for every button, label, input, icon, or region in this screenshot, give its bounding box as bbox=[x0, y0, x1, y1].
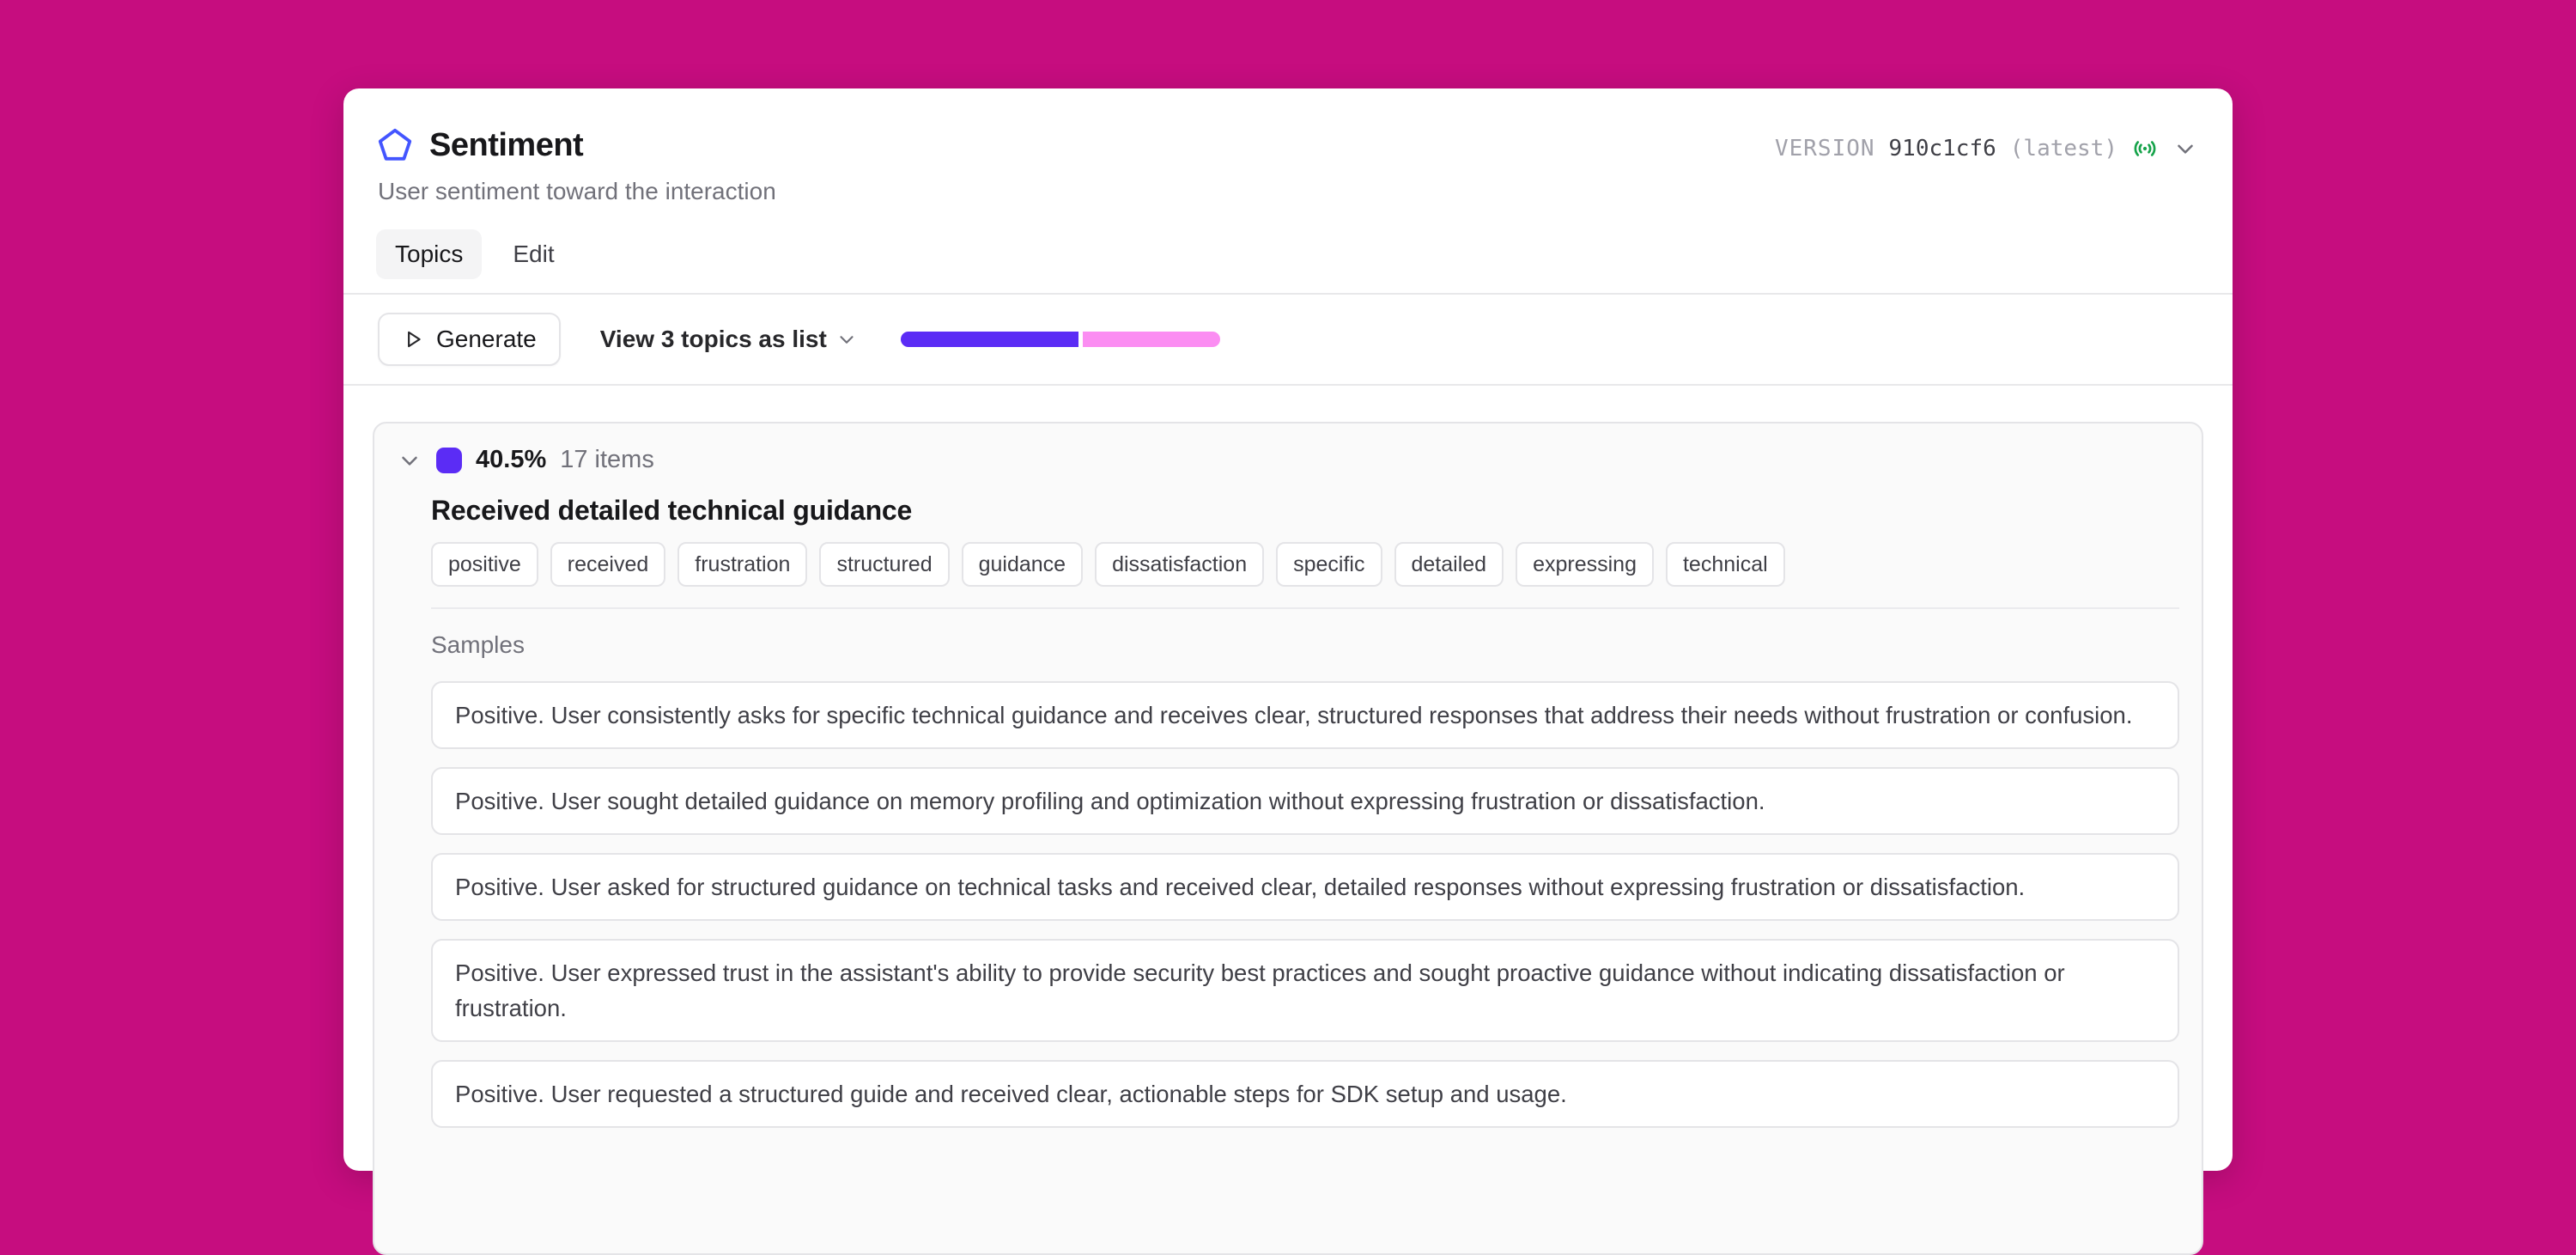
chevron-down-icon[interactable] bbox=[397, 448, 422, 473]
sample-item: Positive. User expressed trust in the as… bbox=[431, 939, 2179, 1042]
topic-card: 40.5% 17 items Received detailed technic… bbox=[373, 422, 2203, 1255]
pentagon-icon bbox=[376, 126, 414, 164]
topic-tag: guidance bbox=[962, 542, 1083, 587]
topic-tags: positive receivedfrustration structured gui… bbox=[431, 542, 2179, 587]
version-value: 910c1cf6 bbox=[1889, 136, 1996, 161]
topic-tag: received bbox=[550, 542, 666, 587]
play-icon bbox=[402, 328, 424, 350]
topic-tag: expressing bbox=[1516, 542, 1654, 587]
topic-header[interactable]: 40.5% 17 items bbox=[397, 446, 2179, 474]
topic-tag: detailed bbox=[1394, 542, 1504, 587]
generate-button[interactable]: Generate bbox=[378, 313, 561, 366]
view-topics-dropdown[interactable]: View 3 topics as list bbox=[600, 326, 858, 353]
panel-header: Sentiment VERSION 910c1cf6 (latest) bbox=[343, 88, 2233, 279]
topics-list: 40.5% 17 items Received detailed technic… bbox=[343, 386, 2233, 1255]
topic-tag: specific bbox=[1276, 542, 1382, 587]
topic-tag: frustration bbox=[677, 542, 807, 587]
page-subtitle: User sentiment toward the interaction bbox=[378, 178, 2198, 205]
tab-bar: TopicsEdit bbox=[376, 229, 2198, 279]
topic-color-swatch bbox=[436, 448, 462, 473]
chevron-down-icon[interactable] bbox=[2172, 136, 2198, 161]
sample-item: Positive. User asked for structured guid… bbox=[431, 853, 2179, 921]
tags-divider bbox=[431, 607, 2179, 609]
chevron-down-icon bbox=[835, 328, 858, 350]
topic-tag: structured bbox=[819, 542, 949, 587]
topic-percent: 40.5% bbox=[476, 446, 546, 474]
sentiment-panel: Sentiment VERSION 910c1cf6 (latest) bbox=[343, 88, 2233, 1171]
sample-item: Positive. User sought detailed guidance … bbox=[431, 767, 2179, 835]
tab-edit[interactable]: Edit bbox=[494, 229, 573, 279]
version-latest-tag: (latest) bbox=[2010, 136, 2117, 161]
topic-tag: technical bbox=[1666, 542, 1785, 587]
toolbar: Generate View 3 topics as list bbox=[343, 295, 2233, 384]
distribution-segment bbox=[901, 332, 1078, 347]
samples-list: Positive. User consistently asks for spe… bbox=[431, 681, 2179, 1128]
generate-button-label: Generate bbox=[436, 326, 537, 353]
page-title: Sentiment bbox=[429, 127, 583, 164]
version-selector[interactable]: VERSION 910c1cf6 (latest) bbox=[1775, 135, 2198, 162]
topic-items-count: 17 items bbox=[560, 446, 654, 474]
sample-item: Positive. User consistently asks for spe… bbox=[431, 681, 2179, 749]
sample-item: Positive. User requested a structured gu… bbox=[431, 1060, 2179, 1128]
tab-topics[interactable]: Topics bbox=[376, 229, 482, 279]
topic-title: Received detailed technical guidance bbox=[431, 495, 2179, 527]
live-broadcast-icon bbox=[2131, 135, 2159, 162]
topic-tag: positive bbox=[431, 542, 538, 587]
distribution-segment bbox=[1083, 332, 1220, 347]
version-label: VERSION bbox=[1775, 136, 1875, 161]
view-topics-label: View 3 topics as list bbox=[600, 326, 827, 353]
topics-distribution-bar[interactable] bbox=[901, 332, 1220, 347]
topic-tag: dissatisfaction bbox=[1095, 542, 1264, 587]
samples-label: Samples bbox=[431, 631, 2179, 659]
